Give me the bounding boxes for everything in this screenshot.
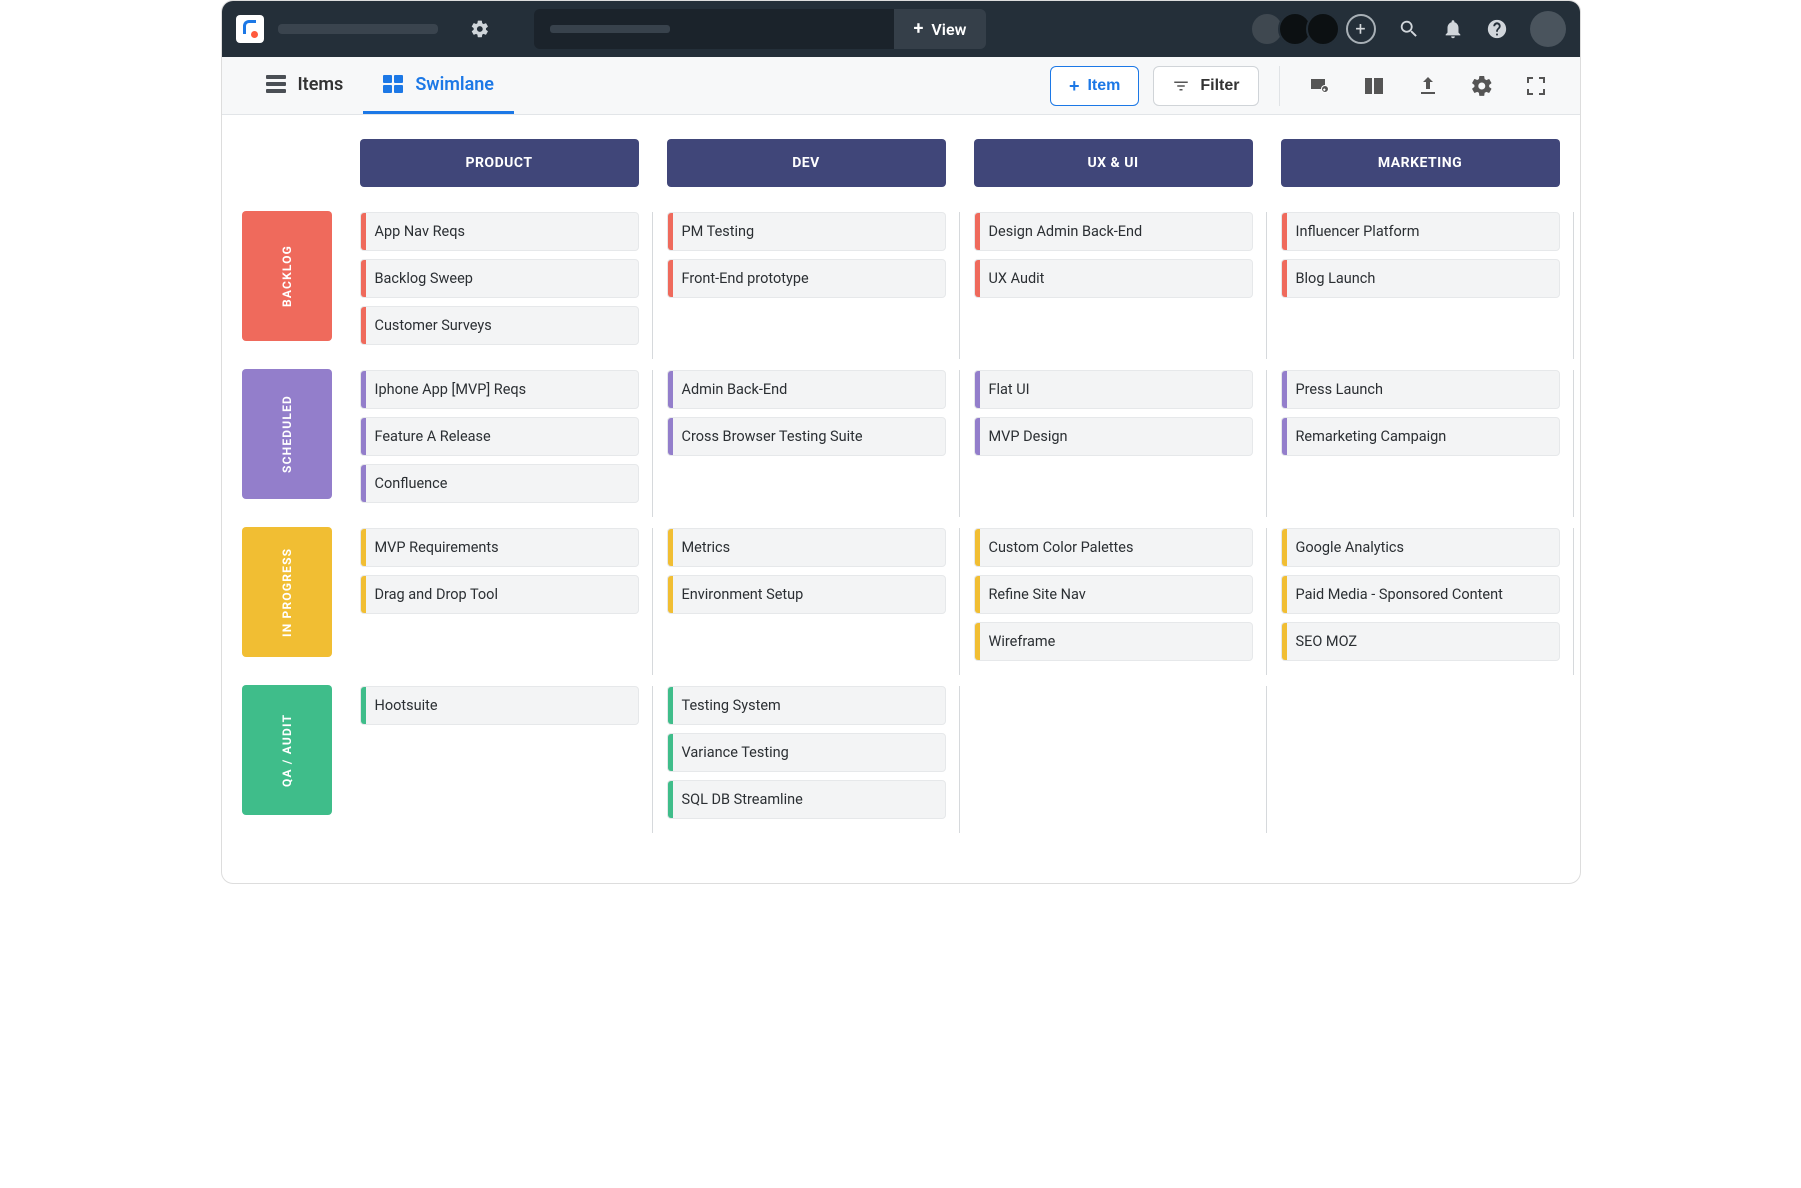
card[interactable]: Hootsuite <box>360 686 639 725</box>
card[interactable]: Paid Media - Sponsored Content <box>1281 575 1560 614</box>
gear-icon[interactable] <box>1470 74 1494 98</box>
header-spacer <box>242 139 332 187</box>
row-label-inprogress[interactable]: IN PROGRESS <box>242 527 332 657</box>
subnav: Items Swimlane + Item Filter <box>222 57 1580 115</box>
card[interactable]: Google Analytics <box>1281 528 1560 567</box>
app-window: + View + <box>221 0 1581 884</box>
plus-icon: + <box>914 20 924 38</box>
card[interactable]: Custom Color Palettes <box>974 528 1253 567</box>
cell-qaaudit-marketing <box>1281 685 1560 843</box>
avatars-cluster: + <box>1256 12 1376 46</box>
card[interactable]: SEO MOZ <box>1281 622 1560 661</box>
filter-button[interactable]: Filter <box>1153 66 1258 106</box>
tab-items[interactable]: Items <box>246 57 364 114</box>
column-header-uxui[interactable]: UX & UI <box>974 139 1253 187</box>
card[interactable]: Press Launch <box>1281 370 1560 409</box>
tab-swimlane[interactable]: Swimlane <box>363 57 514 114</box>
divider <box>1279 66 1280 106</box>
card[interactable]: Wireframe <box>974 622 1253 661</box>
panel-layout-icon[interactable] <box>1362 74 1386 98</box>
cell-scheduled-product: Iphone App [MVP] Reqs Feature A Release Co… <box>360 369 639 527</box>
bell-icon[interactable] <box>1442 18 1464 40</box>
topbar-right: + <box>1256 11 1566 47</box>
breadcrumb-placeholder <box>278 24 438 34</box>
card[interactable]: MVP Requirements <box>360 528 639 567</box>
cell-qaaudit-product: Hootsuite <box>360 685 639 843</box>
gear-icon[interactable] <box>470 19 490 39</box>
cell-backlog-product: App Nav Reqs Backlog Sweep Customer Survey… <box>360 211 639 369</box>
fullscreen-icon[interactable] <box>1524 74 1548 98</box>
card[interactable]: Influencer Platform <box>1281 212 1560 251</box>
card[interactable]: Iphone App [MVP] Reqs <box>360 370 639 409</box>
add-item-button[interactable]: + Item <box>1050 66 1139 106</box>
row-label-qaaudit[interactable]: QA / AUDIT <box>242 685 332 815</box>
plus-icon: + <box>1069 77 1080 95</box>
cell-inprogress-dev: Metrics Environment Setup <box>667 527 946 685</box>
cell-inprogress-marketing: Google Analytics Paid Media - Sponsored C… <box>1281 527 1560 685</box>
share-link-icon[interactable] <box>1308 74 1332 98</box>
view-tabs: Items Swimlane <box>246 57 514 114</box>
current-user-avatar[interactable] <box>1530 11 1566 47</box>
card[interactable]: Admin Back-End <box>667 370 946 409</box>
filter-icon <box>1172 77 1190 95</box>
column-header-product[interactable]: PRODUCT <box>360 139 639 187</box>
card[interactable]: Customer Surveys <box>360 306 639 345</box>
swimlane-board: PRODUCT DEV UX & UI MARKETING BACKLOG App Nav… <box>222 115 1580 883</box>
cell-backlog-uxui: Design Admin Back-End UX Audit <box>974 211 1253 369</box>
card[interactable]: Design Admin Back-End <box>974 212 1253 251</box>
cell-backlog-dev: PM Testing Front-End prototype <box>667 211 946 369</box>
cell-scheduled-dev: Admin Back-End Cross Browser Testing Suit… <box>667 369 946 527</box>
list-icon <box>266 75 286 93</box>
row-label-backlog[interactable]: BACKLOG <box>242 211 332 341</box>
cell-backlog-marketing: Influencer Platform Blog Launch <box>1281 211 1560 369</box>
card[interactable]: MVP Design <box>974 417 1253 456</box>
add-member-button[interactable]: + <box>1346 14 1376 44</box>
card[interactable]: Confluence <box>360 464 639 503</box>
card[interactable]: Environment Setup <box>667 575 946 614</box>
search-placeholder <box>550 25 670 33</box>
subnav-actions: + Item Filter <box>1050 66 1556 106</box>
card[interactable]: Blog Launch <box>1281 259 1560 298</box>
card[interactable]: Feature A Release <box>360 417 639 456</box>
cell-scheduled-marketing: Press Launch Remarketing Campaign <box>1281 369 1560 527</box>
view-button-label: View <box>931 20 966 39</box>
cell-inprogress-uxui: Custom Color Palettes Refine Site Nav Wire… <box>974 527 1253 685</box>
tab-items-label: Items <box>298 74 344 95</box>
row-label-scheduled[interactable]: SCHEDULED <box>242 369 332 499</box>
tab-swimlane-label: Swimlane <box>415 74 494 95</box>
card[interactable]: Cross Browser Testing Suite <box>667 417 946 456</box>
search-icon[interactable] <box>1398 18 1420 40</box>
help-icon[interactable] <box>1486 18 1508 40</box>
card[interactable]: Variance Testing <box>667 733 946 772</box>
avatar[interactable] <box>1306 12 1340 46</box>
filter-label: Filter <box>1200 77 1239 95</box>
view-button[interactable]: + View <box>894 9 987 49</box>
cell-qaaudit-dev: Testing System Variance Testing SQL DB Str… <box>667 685 946 843</box>
card[interactable]: Backlog Sweep <box>360 259 639 298</box>
search-input[interactable] <box>534 9 894 49</box>
swimlane-icon <box>383 75 403 93</box>
card[interactable]: Metrics <box>667 528 946 567</box>
card[interactable]: Remarketing Campaign <box>1281 417 1560 456</box>
card[interactable]: Flat UI <box>974 370 1253 409</box>
card[interactable]: App Nav Reqs <box>360 212 639 251</box>
card[interactable]: UX Audit <box>974 259 1253 298</box>
card[interactable]: PM Testing <box>667 212 946 251</box>
card[interactable]: Testing System <box>667 686 946 725</box>
column-header-dev[interactable]: DEV <box>667 139 946 187</box>
card[interactable]: Drag and Drop Tool <box>360 575 639 614</box>
topbar: + View + <box>222 1 1580 57</box>
search-group: + View <box>534 9 987 49</box>
column-header-marketing[interactable]: MARKETING <box>1281 139 1560 187</box>
export-icon[interactable] <box>1416 74 1440 98</box>
card[interactable]: Refine Site Nav <box>974 575 1253 614</box>
app-logo[interactable] <box>236 15 264 43</box>
add-item-label: Item <box>1087 77 1120 95</box>
cell-scheduled-uxui: Flat UI MVP Design <box>974 369 1253 527</box>
card[interactable]: Front-End prototype <box>667 259 946 298</box>
cell-inprogress-product: MVP Requirements Drag and Drop Tool <box>360 527 639 685</box>
card[interactable]: SQL DB Streamline <box>667 780 946 819</box>
cell-qaaudit-uxui <box>974 685 1253 843</box>
